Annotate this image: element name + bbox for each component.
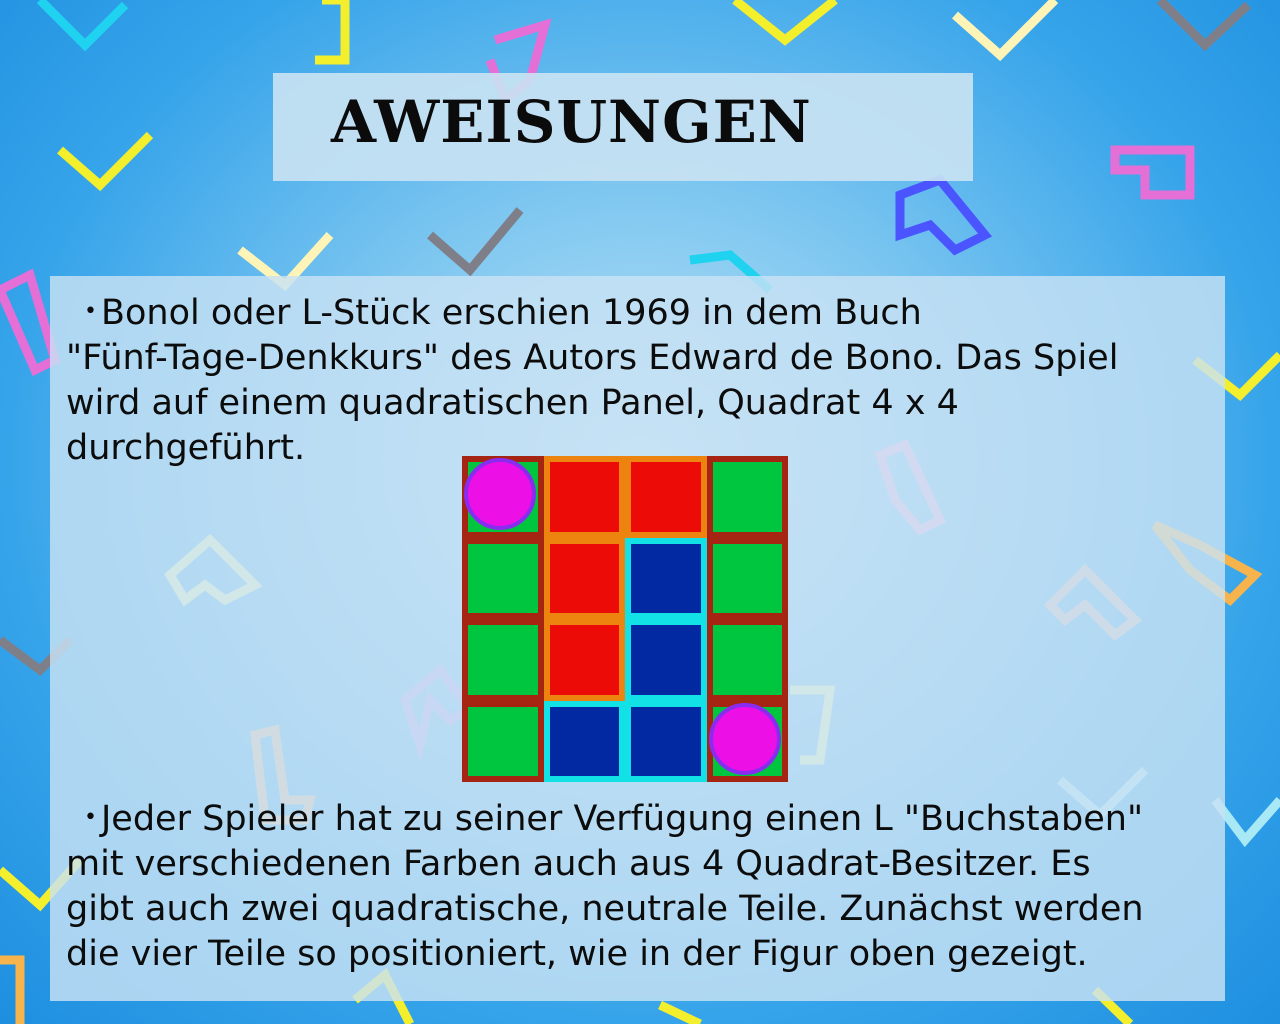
board-cell-green xyxy=(462,700,544,782)
board-cell-green xyxy=(462,537,544,619)
neutral-piece xyxy=(708,702,781,775)
instruction-text-1: Bonol oder L-Stück erschien 1969 in dem … xyxy=(66,293,1119,468)
bullet-icon: • xyxy=(84,805,97,830)
board-cell-red xyxy=(543,456,625,538)
board-cell-blue xyxy=(625,619,707,701)
board-cell-red xyxy=(543,619,625,701)
board-cell-green xyxy=(706,537,788,619)
title-banner: AWEISUNGEN xyxy=(273,73,973,181)
board-cell-blue xyxy=(625,537,707,619)
instruction-paragraph-2: • Jeder Spieler hat zu seiner Verfügung e… xyxy=(66,795,1216,977)
board-cell-blue xyxy=(625,700,707,782)
board-cell-green xyxy=(462,619,544,701)
instruction-paragraph-1: • Bonol oder L-Stück erschien 1969 in dem… xyxy=(66,289,1216,471)
board-cell-green xyxy=(706,456,788,538)
game-board xyxy=(462,456,788,782)
board-cell-blue xyxy=(543,700,625,782)
board-cell-red xyxy=(625,456,707,538)
instructions-panel: • Bonol oder L-Stück erschien 1969 in dem… xyxy=(50,276,1225,1001)
board-cell-red xyxy=(543,537,625,619)
neutral-piece xyxy=(464,458,536,530)
page-title: AWEISUNGEN xyxy=(331,88,812,156)
instruction-text-2: Jeder Spieler hat zu seiner Verfügung ei… xyxy=(66,799,1144,974)
bullet-icon: • xyxy=(84,299,97,324)
board-cell-green xyxy=(706,619,788,701)
